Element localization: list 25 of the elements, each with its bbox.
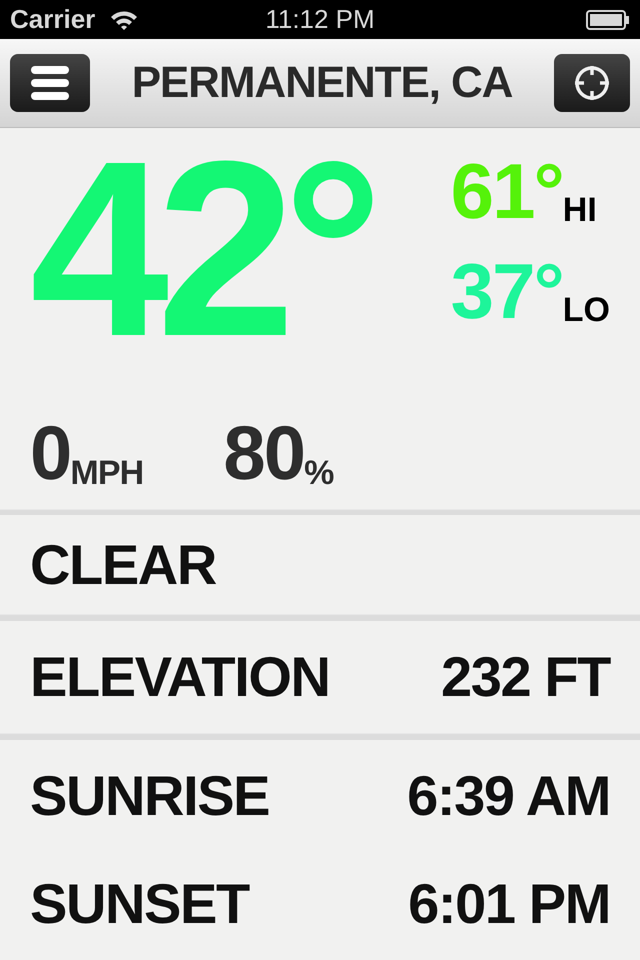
stat-value: 0 <box>30 418 70 488</box>
battery-icon <box>586 10 630 30</box>
clock: 11:12 PM <box>265 3 375 36</box>
detail-value: 232 FT <box>440 644 610 710</box>
locate-button[interactable] <box>554 54 630 112</box>
carrier-label: Carrier <box>10 3 96 36</box>
stat-value: 80 <box>223 418 304 488</box>
detail-label: SUNRISE <box>30 762 270 829</box>
forecast-label: LO <box>562 294 610 326</box>
stat-unit: % <box>304 456 334 488</box>
detail-label: SUNSET <box>30 870 249 937</box>
forecast-temperature: 61° <box>450 156 563 226</box>
menu-button[interactable] <box>10 54 90 112</box>
detail-label: ELEVATION <box>30 644 330 710</box>
location-title: PERMANENTE, CA <box>132 57 512 110</box>
detail-value: 6:01 PM <box>408 870 610 937</box>
crosshair-icon <box>573 64 611 102</box>
current-temperature: 42° <box>30 134 372 364</box>
detail-value: 6:39 AM <box>407 762 610 829</box>
stat-unit: MPH <box>70 456 144 488</box>
forecast-temperature: 37° <box>450 256 563 326</box>
condition-label: CLEAR <box>30 532 216 598</box>
forecast-label: HI <box>562 194 597 226</box>
menu-icon <box>31 66 69 100</box>
wifi-icon <box>109 8 140 31</box>
